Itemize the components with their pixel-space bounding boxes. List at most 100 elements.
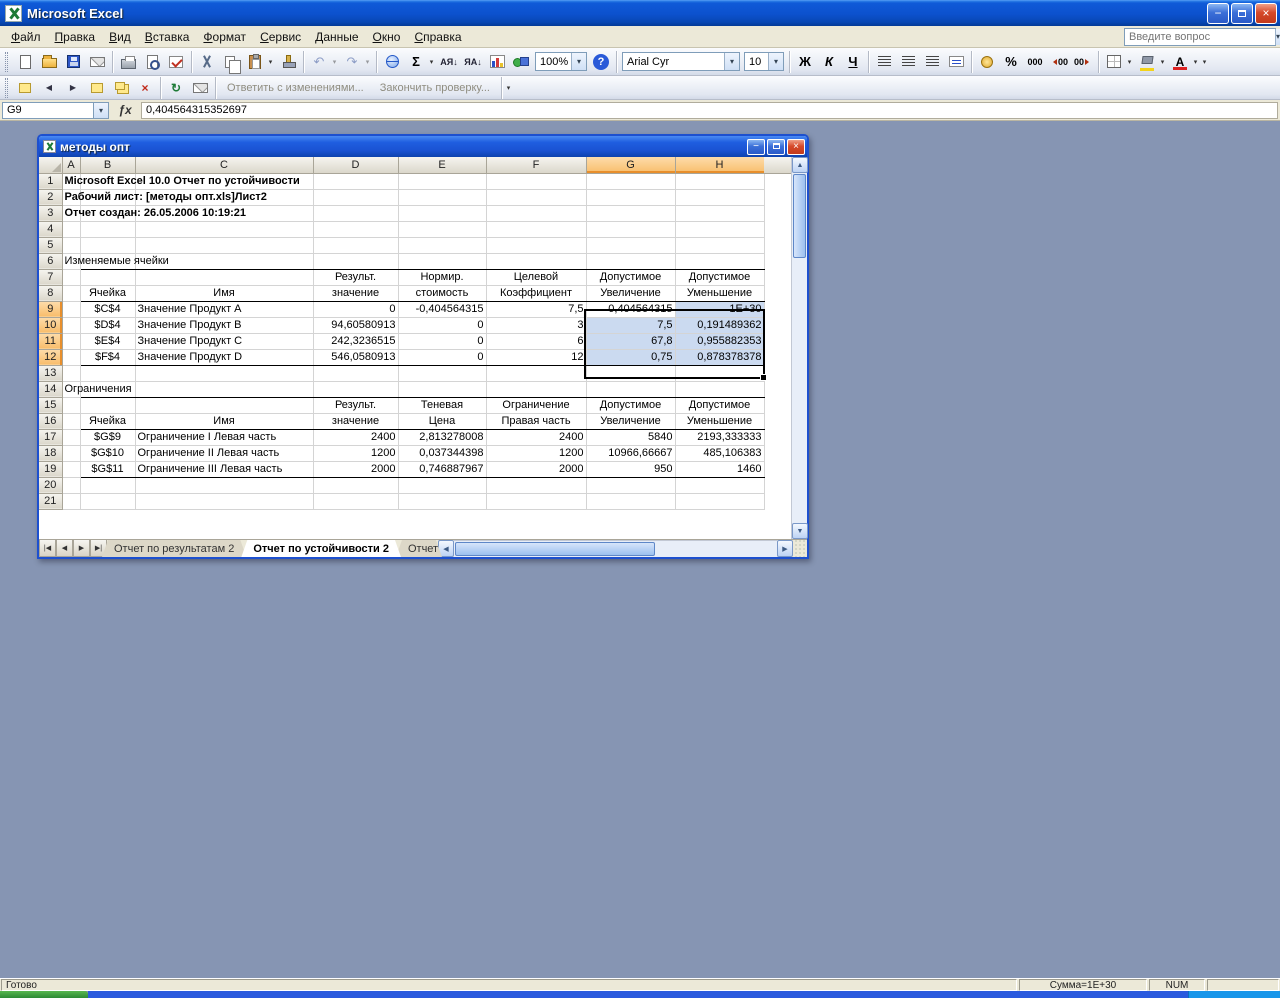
cell[interactable]: 2400 [313,429,399,446]
menu-file[interactable]: Файл [4,27,48,47]
excel-app-icon[interactable] [5,4,22,22]
redo-button[interactable]: ↷ [341,51,363,73]
cell[interactable]: 2,813278008 [398,429,487,446]
cell[interactable] [675,477,765,494]
cell[interactable]: Увеличение [586,413,676,430]
cell[interactable] [62,413,81,430]
align-right-button[interactable] [921,51,943,73]
align-center-button[interactable] [897,51,919,73]
cell[interactable]: 2000 [486,461,587,478]
cell[interactable]: 5840 [586,429,676,446]
chevron-down-icon[interactable]: ▾ [571,53,586,70]
cell[interactable]: Результ. [313,269,399,286]
col-header-c[interactable]: C [135,157,314,174]
cell[interactable]: Нормир. [398,269,487,286]
cell[interactable] [675,221,765,238]
workbook-restore-button[interactable] [767,138,785,155]
cell[interactable] [486,493,587,510]
cell[interactable]: $G$9 [80,429,136,446]
cell[interactable] [62,221,81,238]
toolbar-grip[interactable] [5,51,8,72]
cell[interactable] [486,189,587,206]
cell[interactable] [62,461,81,478]
toolbar-options-button[interactable]: ▾ [1199,51,1210,73]
cell[interactable]: 0 [398,349,487,366]
row-header[interactable]: 5 [39,237,63,254]
show-all-comments-button[interactable] [110,77,132,99]
cell[interactable] [586,205,676,222]
cell[interactable] [675,237,765,254]
cell[interactable] [586,221,676,238]
vertical-scrollbar[interactable]: ▲ ▼ [791,157,808,539]
fill-color-dropdown[interactable]: ▾ [1157,51,1168,73]
cell[interactable]: Цена [398,413,487,430]
cell[interactable]: Значение Продукт A [135,301,314,318]
undo-button[interactable]: ↶ [308,51,330,73]
cell[interactable]: 2193,333333 [675,429,765,446]
cell[interactable]: Ограничение I Левая часть [135,429,314,446]
cell[interactable]: Уменьшение [675,413,765,430]
name-box-dropdown[interactable]: ▾ [94,101,109,119]
formula-input[interactable]: 0,404564315352697 [141,101,1278,119]
mail-recipient-button[interactable] [189,77,211,99]
reply-with-changes-button[interactable]: Ответить с изменениями... [219,80,372,96]
cell[interactable]: 1460 [675,461,765,478]
cell[interactable]: Уменьшение [675,285,765,302]
cell[interactable] [313,189,399,206]
cell[interactable]: Ограничение II Левая часть [135,445,314,462]
cell[interactable] [398,253,487,270]
row-header[interactable]: 11 [39,333,63,350]
row-header[interactable]: 17 [39,429,63,446]
cell[interactable]: 485,106383 [675,445,765,462]
cell[interactable] [62,301,81,318]
cell[interactable] [135,397,314,414]
vertical-scroll-track[interactable] [792,259,807,523]
merge-center-button[interactable] [945,51,967,73]
first-sheet-button[interactable]: |◀ [39,540,56,557]
row-header[interactable]: 16 [39,413,63,430]
workbook-close-button[interactable]: × [787,138,805,155]
cell[interactable]: стоимость [398,285,487,302]
cell[interactable]: 1200 [486,445,587,462]
scroll-up-button[interactable]: ▲ [792,157,808,173]
cell[interactable]: Имя [135,285,314,302]
cell[interactable]: 1E+30 [675,301,765,318]
menu-tools[interactable]: Сервис [253,27,308,47]
cell[interactable] [80,365,136,382]
cell[interactable]: 0,75 [586,349,676,366]
bold-button[interactable]: Ж [794,51,816,73]
cell[interactable] [486,381,587,398]
cell[interactable] [80,397,136,414]
cell[interactable] [80,493,136,510]
chevron-down-icon[interactable]: ▾ [1275,28,1280,45]
decrease-decimal-button[interactable]: 00 [1072,51,1094,73]
cell[interactable]: Допустимое [675,397,765,414]
cell[interactable] [62,429,81,446]
chart-wizard-button[interactable] [486,51,508,73]
cell[interactable] [62,269,81,286]
cell[interactable] [135,365,314,382]
cell[interactable] [62,477,81,494]
cell[interactable]: Значение Продукт C [135,333,314,350]
cell[interactable] [313,205,399,222]
cell[interactable] [398,237,487,254]
cell[interactable] [586,173,676,190]
cell[interactable]: Ограничение [486,397,587,414]
cell[interactable] [675,173,765,190]
cell[interactable]: Правая часть [486,413,587,430]
cell[interactable]: Результ. [313,397,399,414]
horizontal-scroll-track[interactable] [453,540,777,557]
cell[interactable] [486,365,587,382]
cell[interactable] [486,253,587,270]
increase-decimal-button[interactable]: 00 [1048,51,1070,73]
row-header[interactable]: 7 [39,269,63,286]
cell[interactable]: $G$11 [80,461,136,478]
row-header[interactable]: 4 [39,221,63,238]
cell[interactable] [62,333,81,350]
row-header[interactable]: 8 [39,285,63,302]
cell[interactable] [586,493,676,510]
cell[interactable] [675,381,765,398]
end-review-button[interactable]: Закончить проверку... [372,80,498,96]
insert-function-button[interactable]: ƒx [113,103,137,117]
cell[interactable]: $E$4 [80,333,136,350]
